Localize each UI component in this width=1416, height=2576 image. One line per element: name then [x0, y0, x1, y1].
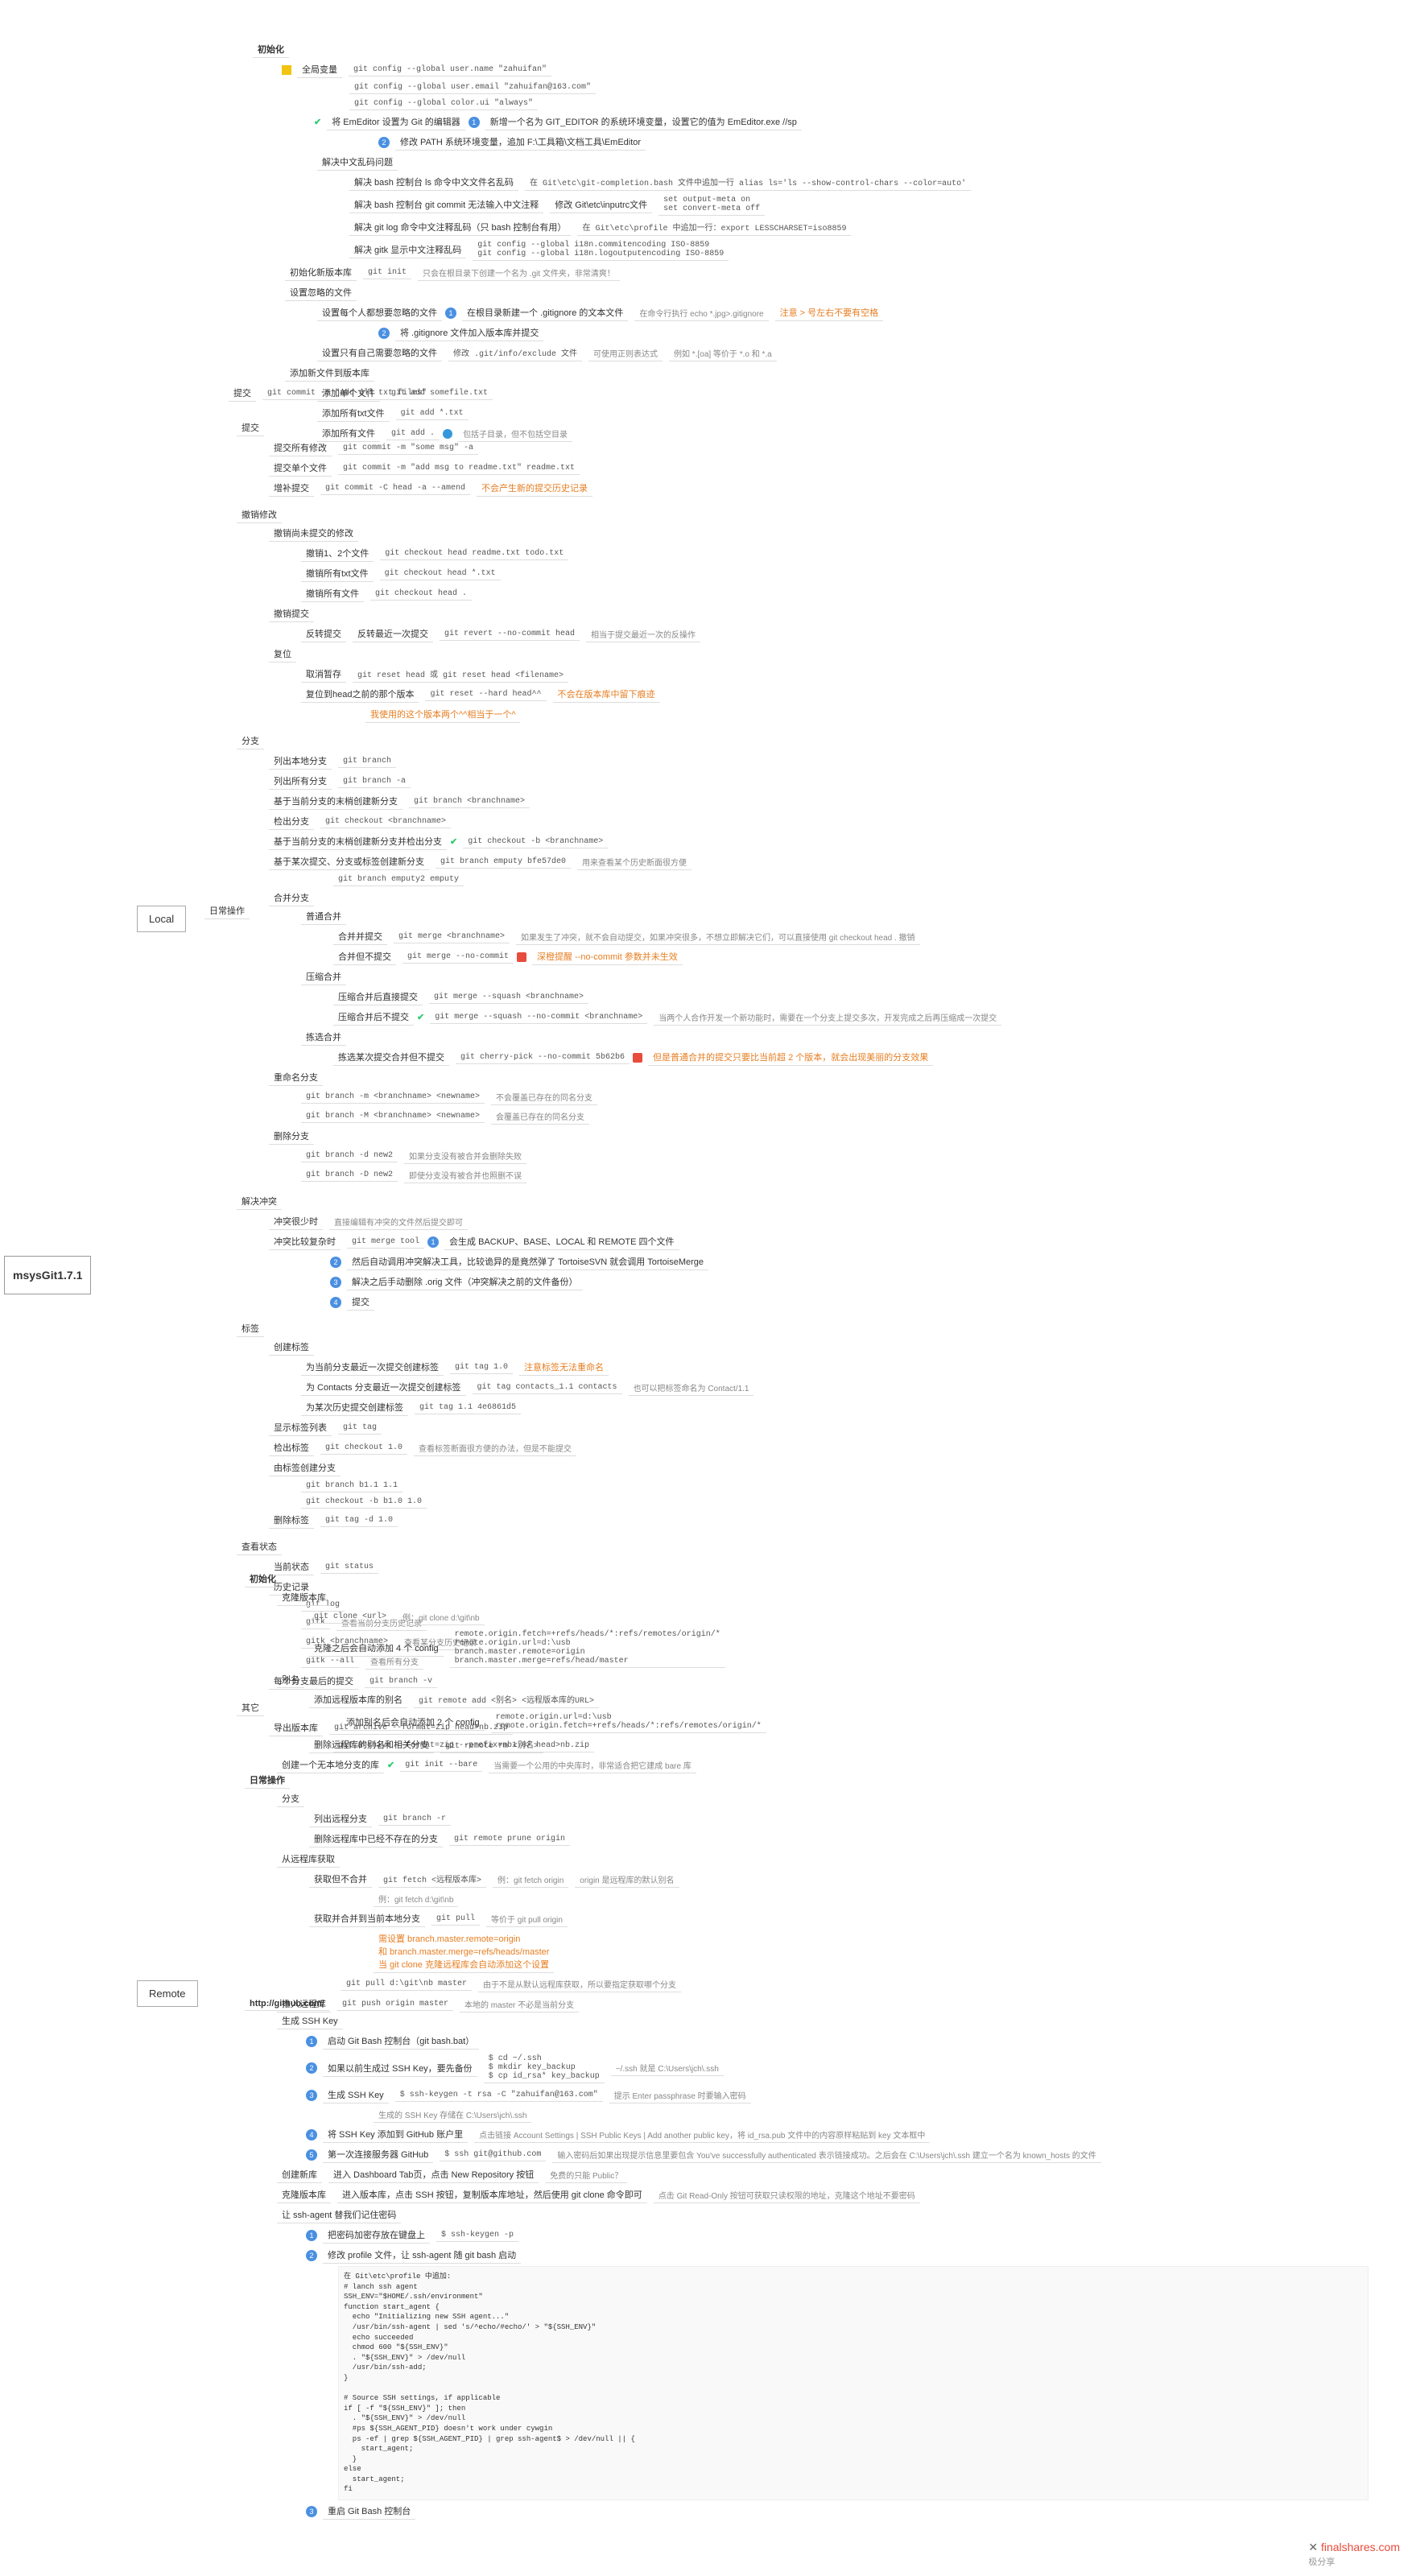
footer-brand: ✕ finalshares.com极分享 [1308, 2541, 1400, 2568]
root-node: msysGit1.7.1 [4, 1256, 91, 1294]
remote-github: http://github.com/ 生成 SSH Key 1启动 Git Ba… [242, 1996, 1369, 2522]
l1-remote: Remote [137, 1980, 198, 2007]
remote-init: 初始化 克隆版本库 git clone <url>例：git clone d:\… [242, 1570, 1369, 1776]
global-vars: 全局变量 [297, 61, 342, 78]
remote-daily: 日常操作 分支 列出远程分支git branch -r 删除远程库中已经不存在的… [242, 1771, 1369, 2015]
local-commit: 提交git commit -m "add all txt files" [225, 384, 435, 402]
l1-local: Local [137, 906, 186, 932]
local-daily: 日常操作 提交 提交所有修改git commit -m "some msg" -… [201, 419, 1393, 1755]
